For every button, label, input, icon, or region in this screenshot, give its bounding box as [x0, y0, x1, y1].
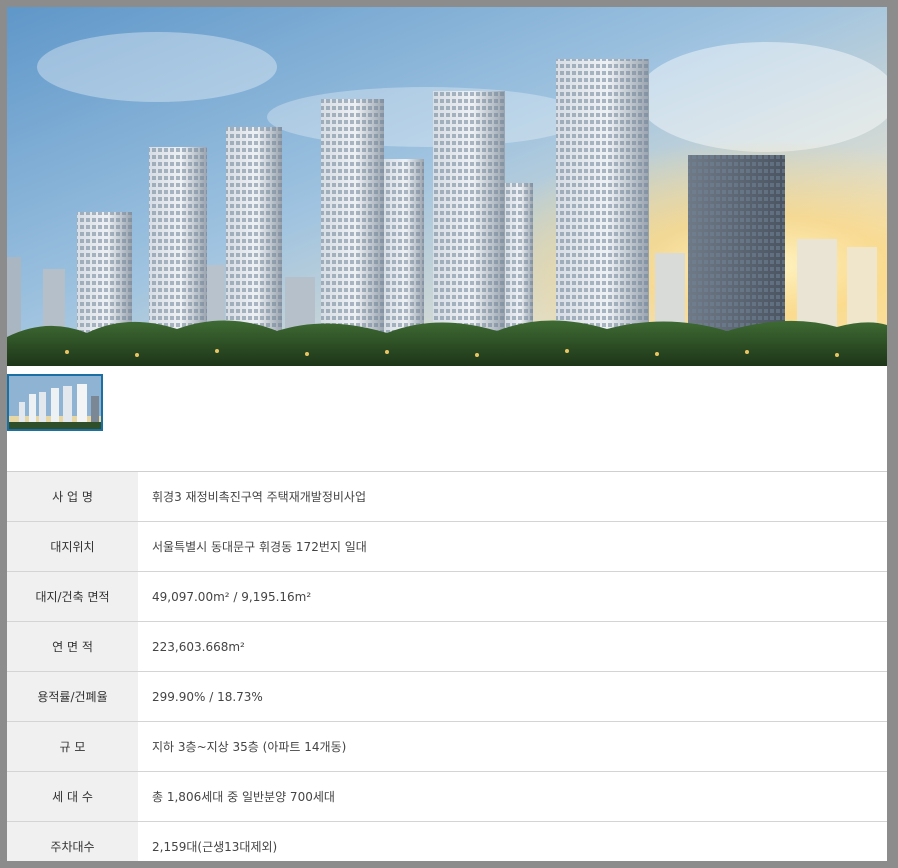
row-value: 총 1,806세대 중 일반분양 700세대 [138, 771, 887, 822]
table-row: 연 면 적 223,603.668m² [7, 621, 887, 672]
row-value: 지하 3층~지상 35층 (아파트 14개동) [138, 721, 887, 772]
row-value: 299.90% / 18.73% [138, 671, 887, 722]
row-value: 49,097.00m² / 9,195.16m² [138, 571, 887, 622]
row-label: 대지/건축 면적 [7, 571, 138, 622]
row-label: 대지위치 [7, 521, 138, 572]
row-label: 규 모 [7, 721, 138, 772]
table-row: 세 대 수 총 1,806세대 중 일반분양 700세대 [7, 771, 887, 822]
apartment-rendering-image [7, 7, 887, 366]
content-frame: 사 업 명 휘경3 재정비촉진구역 주택재개발정비사업 대지위치 서울특별시 동… [7, 7, 887, 861]
table-row: 대지/건축 면적 49,097.00m² / 9,195.16m² [7, 571, 887, 622]
table-row: 대지위치 서울특별시 동대문구 휘경동 172번지 일대 [7, 521, 887, 572]
table-row: 사 업 명 휘경3 재정비촉진구역 주택재개발정비사업 [7, 471, 887, 522]
row-value: 서울특별시 동대문구 휘경동 172번지 일대 [138, 521, 887, 572]
project-info-table: 사 업 명 휘경3 재정비촉진구역 주택재개발정비사업 대지위치 서울특별시 동… [7, 471, 887, 861]
table-row: 주차대수 2,159대(근생13대제외) [7, 821, 887, 861]
apartment-thumbnail-image[interactable] [7, 374, 103, 431]
row-label: 주차대수 [7, 821, 138, 861]
row-label: 용적률/건폐율 [7, 671, 138, 722]
row-label: 세 대 수 [7, 771, 138, 822]
table-row: 규 모 지하 3층~지상 35층 (아파트 14개동) [7, 721, 887, 772]
row-label: 연 면 적 [7, 621, 138, 672]
row-value: 휘경3 재정비촉진구역 주택재개발정비사업 [138, 471, 887, 522]
table-row: 용적률/건폐율 299.90% / 18.73% [7, 671, 887, 722]
row-value: 223,603.668m² [138, 621, 887, 672]
row-value: 2,159대(근생13대제외) [138, 821, 887, 861]
row-label: 사 업 명 [7, 471, 138, 522]
